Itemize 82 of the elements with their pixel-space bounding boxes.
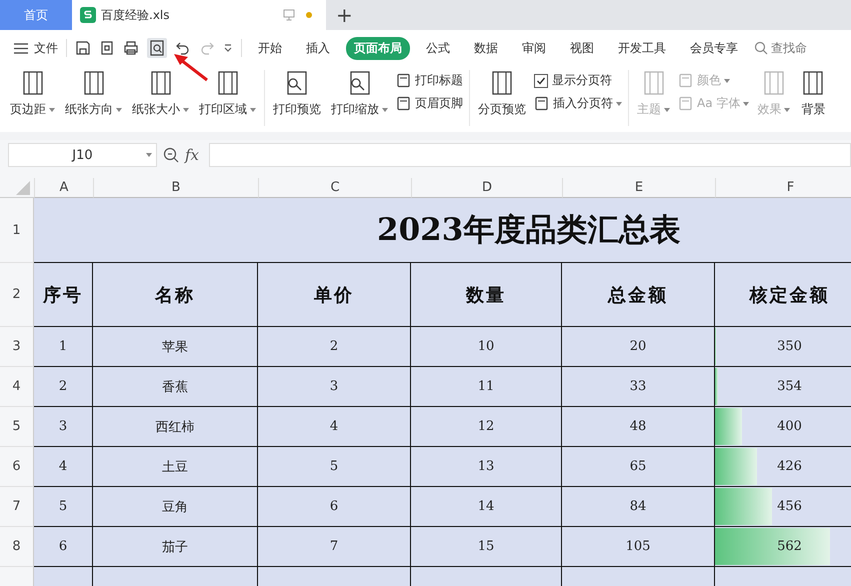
table-header-cell: 数量 [411,263,562,327]
table-cell: 苹果 [93,327,258,367]
table-cell: 土豆 [93,447,258,487]
document-tab[interactable]: 百度经验.xls [72,0,326,30]
table-cell: 4 [34,447,93,487]
table-cell: 10 [411,327,562,367]
search-icon [754,41,768,55]
ribbon-button[interactable]: 打印标题 [396,72,463,89]
formula-input[interactable] [209,143,851,167]
table-cell: 12 [411,407,562,447]
table-cell: 456 [715,487,851,527]
table-cell: 2 [34,367,93,407]
unsaved-dot [306,12,312,18]
table-header-cell: 核定金额 [715,263,851,327]
name-box[interactable]: J10 [8,143,157,167]
table-cell: 西红柿 [93,407,258,447]
ribbon-button[interactable]: 页眉页脚 [396,95,463,112]
ribbon-tab[interactable]: 开发工具 [610,36,674,60]
ribbon-tab[interactable]: 视图 [562,36,602,60]
print-preview-icon[interactable] [149,40,165,56]
table-cell: 香蕉 [93,367,258,407]
checkmark-icon [536,76,546,86]
ribbon-button[interactable]: 背景 [798,70,828,118]
spreadsheet-icon [80,7,96,23]
table-cell: 15 [411,527,562,567]
table-cell: 426 [715,447,851,487]
ribbon-button[interactable]: 分页预览 [476,70,528,118]
ribbon-tab[interactable]: 审阅 [514,36,554,60]
undo-icon[interactable] [175,40,191,56]
table-cell: 5 [258,447,411,487]
ribbon-tab[interactable]: 公式 [418,36,458,60]
file-menu-button[interactable]: 文件 [14,40,58,56]
table-cell: 105 [562,527,715,567]
table-header-cell: 单价 [258,263,411,327]
menu-icon [14,42,28,54]
table-cell: 20 [562,327,715,367]
table-cell: 350 [715,327,851,367]
table-cell: 3 [258,367,411,407]
ribbon-tab[interactable]: 插入 [298,36,338,60]
table-cell: 400 [715,407,851,447]
table-cell: 2 [258,327,411,367]
table-cell: 1 [34,327,93,367]
table-cell: 4 [258,407,411,447]
table-cell: 48 [562,407,715,447]
table-cell: 7 [258,527,411,567]
table-cell: 84 [562,487,715,527]
table-cell: 33 [562,367,715,407]
new-tab-button[interactable]: + [326,0,363,30]
table-header-cell: 总金额 [562,263,715,327]
table-header-cell: 序号 [34,263,93,327]
zoom-out-icon[interactable] [163,147,179,163]
ribbon-button[interactable]: 纸张方向 [63,70,124,118]
table-cell: 13 [411,447,562,487]
table-cell: 3 [34,407,93,447]
ribbon-button[interactable]: 打印预览 [271,70,323,118]
function-label[interactable]: fx [185,146,200,164]
table-cell: 豆角 [93,487,258,527]
checkbox-label[interactable]: 显示分页符 [552,72,612,89]
table-cell: 5 [34,487,93,527]
checkbox[interactable] [534,74,548,88]
table-cell: 562 [715,527,851,567]
table-header-cell: 名称 [93,263,258,327]
table-cell: 茄子 [93,527,258,567]
ribbon-tab[interactable]: 会员专享 [682,36,746,60]
table-cell: 6 [34,527,93,567]
ribbon-button[interactable]: 页边距 [8,70,57,118]
chevron-down-icon[interactable] [223,43,233,53]
ribbon-button[interactable]: 纸张大小 [130,70,191,118]
ribbon-tab[interactable]: 数据 [466,36,506,60]
ribbon-button[interactable]: 插入分页符 [534,95,622,112]
ribbon-tab[interactable]: 开始 [250,36,290,60]
annotation-arrow [172,52,210,82]
table-cell: 354 [715,367,851,407]
table-cell: 65 [562,447,715,487]
sheet-title: 2023年度品类汇总表 [34,198,851,263]
table-cell: 14 [411,487,562,527]
table-cell: 11 [411,367,562,407]
save-icon[interactable] [75,40,91,56]
table-cell: 6 [258,487,411,527]
ribbon-button[interactable]: 打印区域 [197,70,258,118]
ribbon-button[interactable]: 打印缩放 [329,70,390,118]
print-icon[interactable] [123,40,139,56]
